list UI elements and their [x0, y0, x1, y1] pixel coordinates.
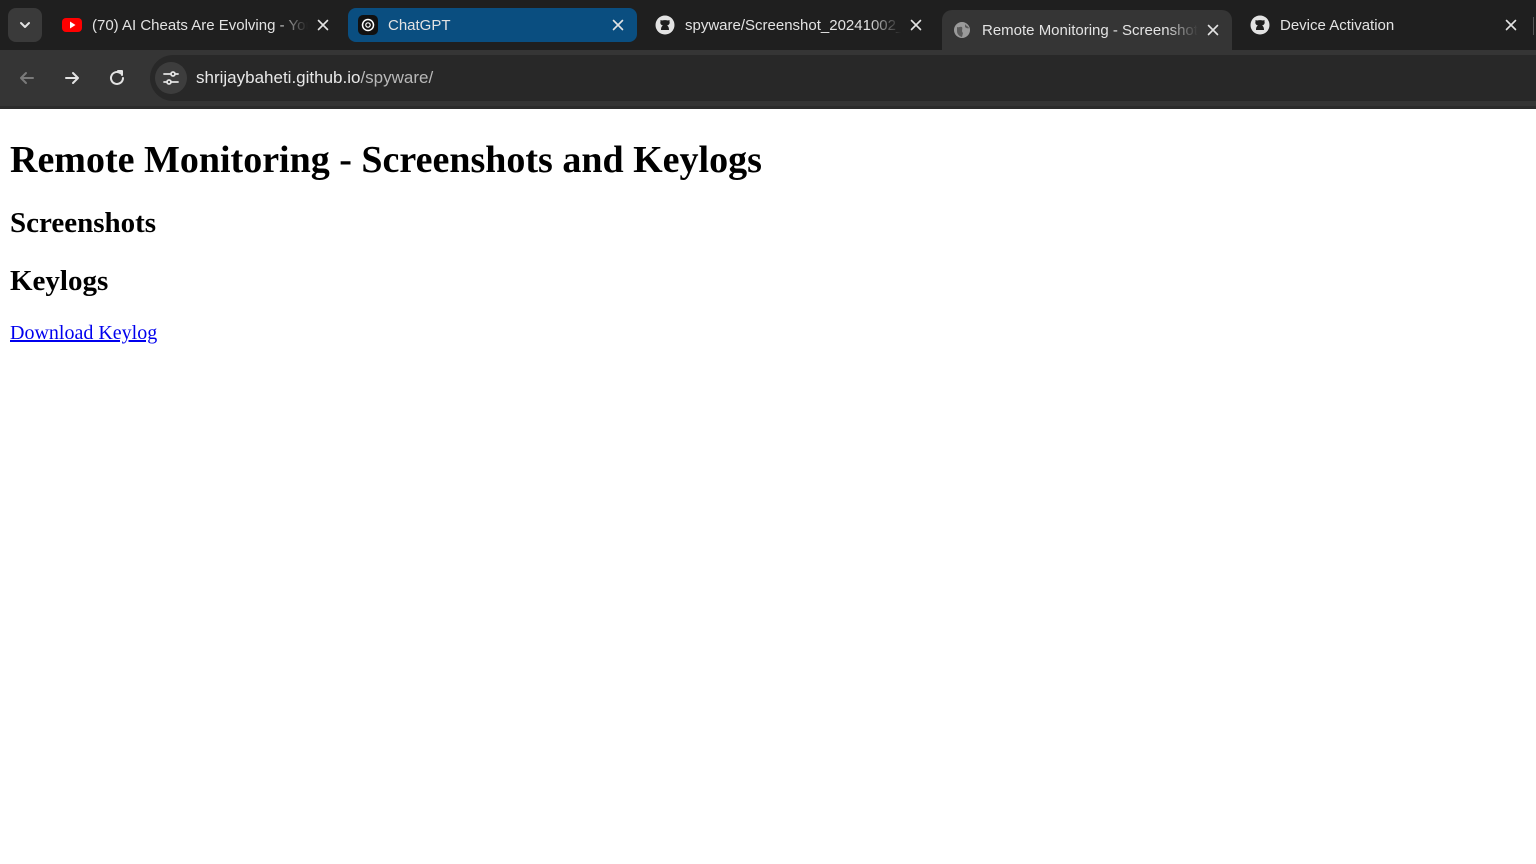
tab-remote-monitoring[interactable]: Remote Monitoring - Screenshots and Keyl… — [942, 10, 1232, 50]
tab-youtube[interactable]: (70) AI Cheats Are Evolving - YouTube — [52, 8, 342, 42]
browser-toolbar: shrijaybaheti.github.io/spyware/ — [0, 50, 1536, 109]
close-icon[interactable] — [314, 16, 332, 34]
url-path: /spyware/ — [360, 68, 434, 87]
tab-search-button[interactable] — [8, 8, 42, 42]
address-bar[interactable]: shrijaybaheti.github.io/spyware/ — [150, 55, 1536, 101]
close-icon[interactable] — [609, 16, 627, 34]
url-host: shrijaybaheti.github.io — [196, 68, 361, 87]
tab-title: Remote Monitoring - Screenshots and Keyl… — [982, 21, 1198, 39]
tune-icon — [163, 71, 179, 85]
tab-title: (70) AI Cheats Are Evolving - YouTube — [92, 16, 308, 34]
forward-button[interactable] — [55, 61, 89, 95]
close-icon[interactable] — [1502, 16, 1520, 34]
reload-button[interactable] — [100, 61, 134, 95]
tab-device-activation[interactable]: Device Activation — [1240, 8, 1530, 42]
github-icon — [655, 15, 675, 35]
arrow-right-icon — [65, 72, 79, 84]
toolbar-divider — [0, 106, 1536, 109]
tab-separator — [1533, 17, 1534, 35]
tab-title: spyware/Screenshot_20241002_ — [685, 16, 901, 34]
youtube-icon — [62, 15, 82, 35]
screenshots-heading: Screenshots — [10, 207, 157, 239]
site-info-button[interactable] — [155, 62, 187, 94]
close-icon[interactable] — [1204, 21, 1222, 39]
download-keylog-link[interactable]: Download Keylog — [10, 322, 157, 345]
tab-title: Device Activation — [1280, 16, 1395, 34]
page-content: Remote Monitoring - Screenshots and Keyl… — [0, 138, 1536, 345]
github-icon — [1250, 15, 1270, 35]
keylogs-heading: Keylogs — [10, 265, 109, 297]
tab-title: ChatGPT — [388, 16, 451, 34]
tab-strip: (70) AI Cheats Are Evolving - YouTube Ch… — [0, 0, 1536, 50]
chevron-down-icon — [20, 22, 30, 28]
arrow-left-icon — [20, 72, 34, 84]
chatgpt-icon — [358, 15, 378, 35]
address-url[interactable]: shrijaybaheti.github.io/spyware/ — [196, 68, 433, 88]
tab-github-screenshot[interactable]: spyware/Screenshot_20241002_ — [645, 8, 935, 42]
reload-icon — [110, 70, 124, 85]
globe-icon — [952, 20, 972, 40]
tab-chatgpt[interactable]: ChatGPT — [348, 8, 637, 42]
close-icon[interactable] — [907, 16, 925, 34]
back-button[interactable] — [10, 61, 44, 95]
page-title: Remote Monitoring - Screenshots and Keyl… — [10, 139, 762, 181]
